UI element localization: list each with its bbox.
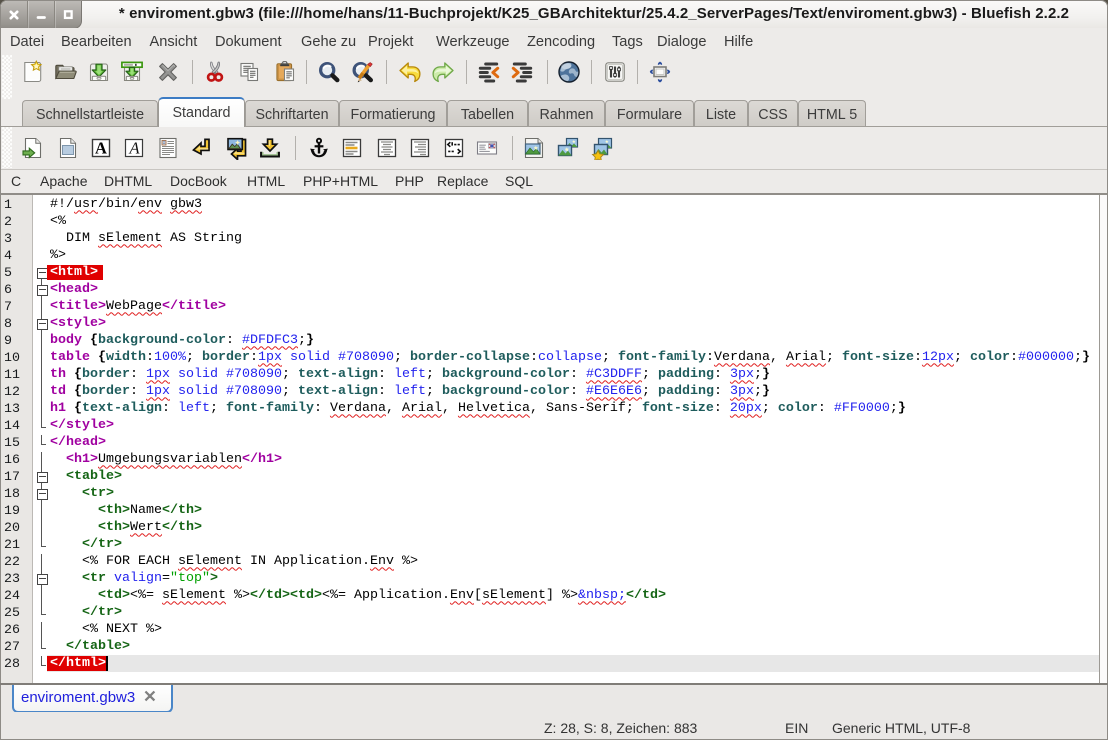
svg-text:A: A	[95, 139, 107, 158]
svg-text:A: A	[128, 139, 140, 158]
